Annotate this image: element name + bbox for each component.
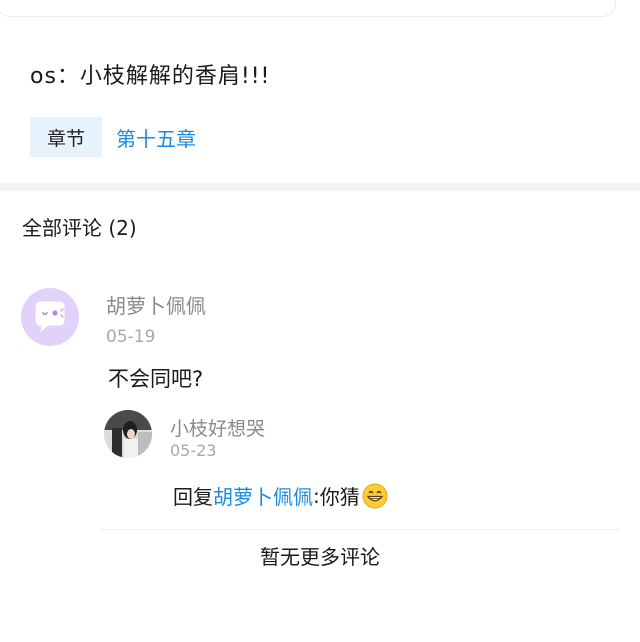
no-more-comments: 暂无更多评论	[260, 545, 380, 569]
avatar[interactable]	[21, 288, 79, 346]
reply-text: 回复 胡萝卜佩佩 : 你猜	[173, 481, 388, 510]
comment-author[interactable]: 胡萝卜佩佩	[106, 290, 206, 319]
section-divider	[0, 183, 640, 191]
chapter-row: 章节 第十五章	[30, 117, 196, 157]
reply-date: 05-23	[170, 441, 217, 460]
photo-avatar	[104, 410, 152, 458]
comments-divider	[100, 529, 620, 530]
chapter-link[interactable]: 第十五章	[116, 123, 196, 152]
chat-bubble-icon	[35, 301, 65, 333]
post-text: os：小枝解解的香肩!!!	[30, 64, 271, 89]
reply-colon: :	[313, 483, 320, 508]
reply-avatar[interactable]	[104, 410, 152, 458]
chapter-tag: 章节	[30, 117, 102, 157]
reply-body: 你猜	[319, 485, 360, 509]
top-card-edge	[0, 0, 616, 17]
comments-title: 全部评论 (2)	[22, 216, 137, 240]
comment-text: 不会同吧?	[108, 367, 204, 391]
reply-author[interactable]: 小枝好想哭	[170, 414, 265, 441]
reply-mention-link[interactable]: 胡萝卜佩佩	[213, 481, 313, 510]
grinning-face-emoji-icon	[362, 483, 388, 509]
comment-date: 05-19	[106, 327, 156, 347]
reply-prefix: 回复	[173, 485, 213, 509]
